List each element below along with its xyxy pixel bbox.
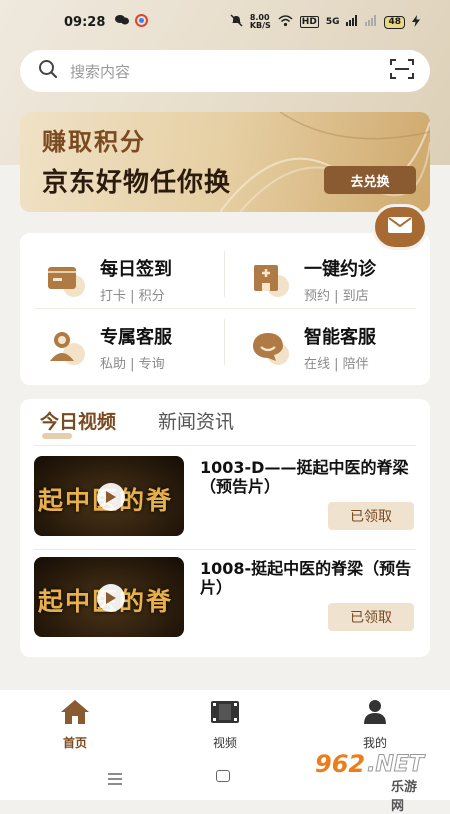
film-icon xyxy=(185,698,265,726)
signal-icon-2 xyxy=(365,15,377,29)
chat-bubble-icon xyxy=(250,327,290,367)
claimed-button[interactable]: 已领取 xyxy=(328,502,414,530)
play-icon[interactable] xyxy=(97,584,125,612)
tab-today-video[interactable]: 今日视频 xyxy=(40,407,116,434)
service-exclusive[interactable]: 专属客服 私助 | 专询 xyxy=(46,319,226,375)
redeem-button[interactable]: 去兑换 xyxy=(324,166,416,194)
signal-5g: 5G xyxy=(325,17,340,27)
mail-button[interactable] xyxy=(372,204,428,250)
video-item[interactable]: 起中医的脊 1003-D——挺起中医的脊梁（预告片） 已领取 xyxy=(34,456,416,538)
banner-decoration xyxy=(220,112,430,212)
tab-mine[interactable]: 我的 xyxy=(335,698,415,751)
bottom-tab-bar: 首页 视频 我的 xyxy=(0,690,450,756)
user-icon xyxy=(335,698,415,726)
service-appointment[interactable]: 一键约诊 预约 | 到店 xyxy=(250,251,430,307)
net-speed: 8.00 KB/S xyxy=(249,13,271,30)
divider xyxy=(34,445,416,446)
mute-icon xyxy=(230,14,243,30)
service-subtitle: 预约 | 到店 xyxy=(304,288,369,304)
scan-icon[interactable] xyxy=(390,59,414,83)
claimed-button[interactable]: 已领取 xyxy=(328,603,414,631)
watermark-logo: 962 .NET 乐游网 xyxy=(315,750,425,814)
search-bar[interactable]: 搜索内容 xyxy=(20,50,430,92)
menu-icon[interactable] xyxy=(108,770,122,789)
tab-news[interactable]: 新闻资讯 xyxy=(158,407,234,434)
status-bar: 09:28 8.00 KB/S HD 5G 48 xyxy=(0,0,450,44)
video-title: 1003-D——挺起中医的脊梁（预告片） xyxy=(200,458,409,496)
service-title: 专属客服 xyxy=(100,326,172,348)
tab-label: 我的 xyxy=(362,736,387,750)
services-card: 每日签到 打卡 | 积分 一键约诊 预约 | 到店 专属客服 私助 | 专询 智… xyxy=(20,233,430,385)
clinic-icon xyxy=(250,259,290,299)
divider xyxy=(34,549,416,550)
watermark-net: .NET xyxy=(367,751,425,777)
watermark-number: 962 xyxy=(315,750,366,778)
search-input[interactable]: 搜索内容 xyxy=(70,61,130,82)
browser-icon xyxy=(135,13,149,31)
news-card: 今日视频 新闻资讯 起中医的脊 1003-D——挺起中医的脊梁（预告片） 已领取… xyxy=(20,399,430,657)
chat-icon xyxy=(115,14,130,30)
service-subtitle: 私助 | 专询 xyxy=(100,356,165,372)
hd-badge: HD xyxy=(299,16,319,28)
service-subtitle: 在线 | 陪伴 xyxy=(304,356,369,372)
home-square-icon[interactable] xyxy=(216,770,230,782)
play-icon[interactable] xyxy=(97,483,125,511)
wifi-icon xyxy=(278,14,293,30)
service-checkin[interactable]: 每日签到 打卡 | 积分 xyxy=(46,251,226,307)
home-icon xyxy=(35,698,115,726)
service-smart[interactable]: 智能客服 在线 | 陪伴 xyxy=(250,319,430,375)
status-time: 09:28 xyxy=(64,14,106,30)
video-thumbnail[interactable]: 起中医的脊 xyxy=(34,557,184,637)
service-title: 每日签到 xyxy=(100,258,172,280)
service-title: 智能客服 xyxy=(304,326,376,348)
envelope-icon xyxy=(387,215,413,239)
tab-video[interactable]: 视频 xyxy=(185,698,265,751)
banner-subtitle: 京东好物任你换 xyxy=(42,168,232,198)
signal-icon xyxy=(346,15,358,29)
service-agent-icon xyxy=(46,327,86,367)
service-title: 一键约诊 xyxy=(304,258,376,280)
video-thumbnail[interactable]: 起中医的脊 xyxy=(34,456,184,536)
video-item[interactable]: 起中医的脊 1008-挺起中医的脊梁（预告片） 已领取 xyxy=(34,557,416,639)
banner-title: 赚取积分 xyxy=(42,128,146,156)
service-subtitle: 打卡 | 积分 xyxy=(100,288,165,304)
battery-indicator: 48 xyxy=(384,15,405,29)
tab-label: 首页 xyxy=(62,736,87,750)
watermark-sub: 乐游网 xyxy=(391,780,418,814)
video-title: 1008-挺起中医的脊梁（预告片） xyxy=(200,559,412,597)
points-banner[interactable]: 赚取积分 京东好物任你换 去兑换 xyxy=(20,112,430,212)
tab-label: 视频 xyxy=(212,736,237,750)
checkin-card-icon xyxy=(46,259,86,299)
divider xyxy=(34,308,416,309)
search-icon xyxy=(38,59,58,83)
tab-home[interactable]: 首页 xyxy=(35,698,115,751)
charging-icon xyxy=(412,14,420,30)
